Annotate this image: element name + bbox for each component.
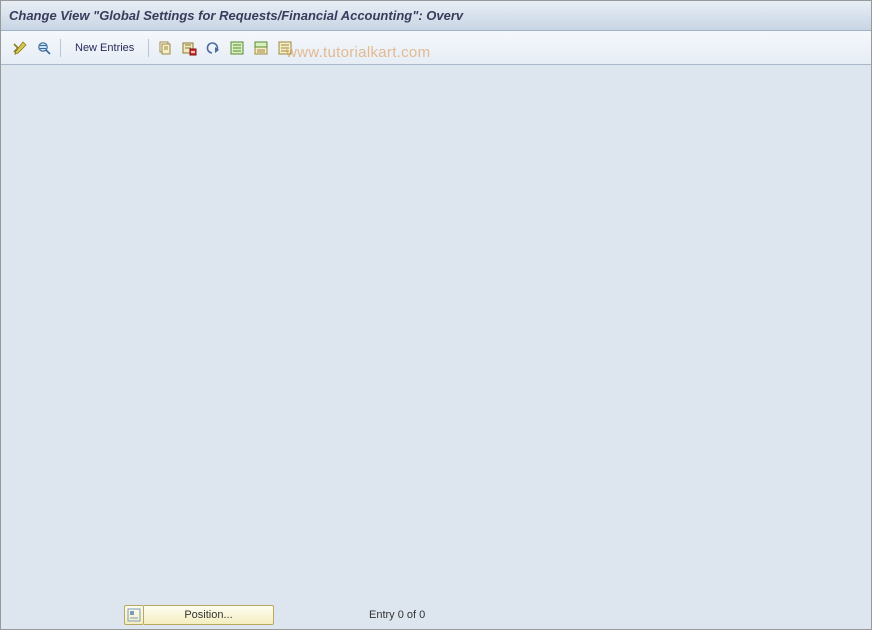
- delete-icon[interactable]: [178, 37, 200, 59]
- position-label: Position...: [184, 609, 232, 621]
- app-toolbar: New Entries: [1, 31, 871, 65]
- toolbar-separator: [60, 39, 61, 57]
- select-block-icon[interactable]: [250, 37, 272, 59]
- new-entries-button[interactable]: New Entries: [66, 37, 143, 59]
- detail-view-icon[interactable]: [33, 37, 55, 59]
- position-icon[interactable]: [124, 605, 144, 625]
- footer-bar: Position... Entry 0 of 0: [1, 601, 871, 629]
- new-entries-label: New Entries: [75, 42, 134, 54]
- copy-as-icon[interactable]: [154, 37, 176, 59]
- select-all-icon[interactable]: [226, 37, 248, 59]
- undo-icon[interactable]: [202, 37, 224, 59]
- position-button[interactable]: Position...: [144, 605, 274, 625]
- entry-status-text: Entry 0 of 0: [369, 609, 425, 621]
- deselect-all-icon[interactable]: [274, 37, 296, 59]
- toolbar-separator: [148, 39, 149, 57]
- toggle-display-change-icon[interactable]: [9, 37, 31, 59]
- title-bar: Change View "Global Settings for Request…: [1, 1, 871, 31]
- content-area: Position... Entry 0 of 0: [1, 65, 871, 629]
- page-title: Change View "Global Settings for Request…: [9, 8, 463, 23]
